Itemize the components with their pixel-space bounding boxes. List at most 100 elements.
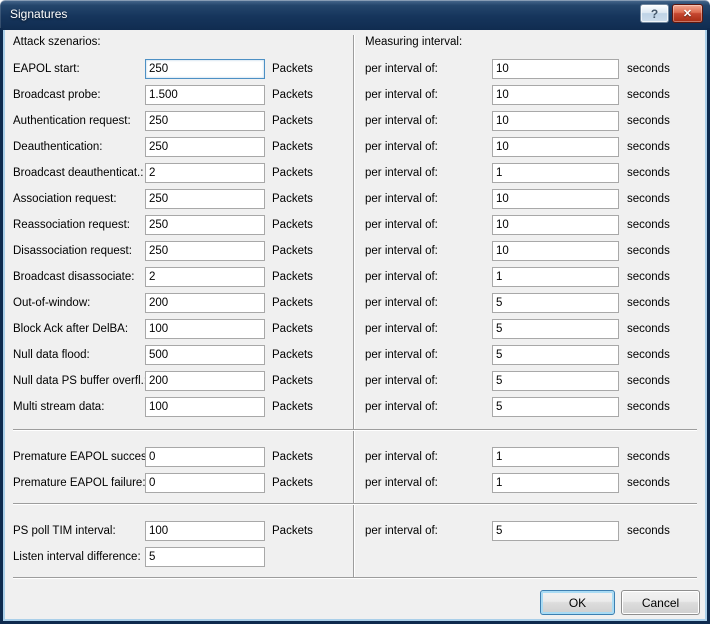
help-button[interactable]: ?	[640, 4, 669, 23]
titlebar[interactable]: Signatures ? ✕	[0, 0, 710, 30]
group-separator-2	[13, 503, 697, 505]
left-value-input[interactable]	[145, 111, 265, 131]
right-row-label: per interval of:	[365, 267, 438, 287]
left-unit-label: Packets	[272, 59, 313, 79]
signatures-dialog: Attack szenarios: Measuring interval: OK…	[0, 0, 710, 624]
right-value-input[interactable]	[492, 215, 619, 235]
dialog-body: Attack szenarios: Measuring interval: OK…	[0, 0, 710, 624]
right-unit-label: seconds	[627, 371, 670, 391]
group-separator-1	[13, 429, 697, 431]
left-unit-label: Packets	[272, 163, 313, 183]
right-value-input[interactable]	[492, 85, 619, 105]
left-value-input[interactable]	[145, 473, 265, 493]
left-row-label: Multi stream data:	[13, 397, 104, 417]
left-row-label: Listen interval difference:	[13, 547, 141, 567]
window-glass-right	[705, 30, 707, 621]
right-value-input[interactable]	[492, 241, 619, 261]
right-value-input[interactable]	[492, 189, 619, 209]
left-value-input[interactable]	[145, 85, 265, 105]
right-value-input[interactable]	[492, 473, 619, 493]
left-value-input[interactable]	[145, 521, 265, 541]
right-unit-label: seconds	[627, 345, 670, 365]
left-value-input[interactable]	[145, 319, 265, 339]
left-row-label: Broadcast deauthenticat.:	[13, 163, 143, 183]
left-unit-label: Packets	[272, 397, 313, 417]
right-value-input[interactable]	[492, 319, 619, 339]
right-value-input[interactable]	[492, 397, 619, 417]
left-value-input[interactable]	[145, 267, 265, 287]
right-unit-label: seconds	[627, 111, 670, 131]
left-row-label: Broadcast disassociate:	[13, 267, 134, 287]
left-value-input[interactable]	[145, 345, 265, 365]
right-unit-label: seconds	[627, 397, 670, 417]
close-button[interactable]: ✕	[672, 4, 703, 23]
right-value-input[interactable]	[492, 293, 619, 313]
left-value-input[interactable]	[145, 189, 265, 209]
right-value-input[interactable]	[492, 111, 619, 131]
left-row-label: Null data flood:	[13, 345, 90, 365]
right-row-label: per interval of:	[365, 137, 438, 157]
left-unit-label: Packets	[272, 371, 313, 391]
close-icon: ✕	[673, 5, 702, 23]
left-value-input[interactable]	[145, 547, 265, 567]
right-unit-label: seconds	[627, 447, 670, 467]
right-row-label: per interval of:	[365, 319, 438, 339]
right-row-label: per interval of:	[365, 59, 438, 79]
right-unit-label: seconds	[627, 59, 670, 79]
left-row-label: Authentication request:	[13, 111, 131, 131]
right-value-input[interactable]	[492, 521, 619, 541]
right-row-label: per interval of:	[365, 163, 438, 183]
window-glass-left	[3, 30, 5, 621]
left-value-input[interactable]	[145, 59, 265, 79]
left-unit-label: Packets	[272, 137, 313, 157]
right-row-label: per interval of:	[365, 371, 438, 391]
right-unit-label: seconds	[627, 189, 670, 209]
footer-separator	[13, 577, 697, 579]
right-value-input[interactable]	[492, 59, 619, 79]
window-glass-bottom	[3, 619, 707, 621]
left-value-input[interactable]	[145, 293, 265, 313]
right-row-label: per interval of:	[365, 241, 438, 261]
right-value-input[interactable]	[492, 267, 619, 287]
left-value-input[interactable]	[145, 371, 265, 391]
left-row-label: Deauthentication:	[13, 137, 103, 157]
left-unit-label: Packets	[272, 447, 313, 467]
help-icon: ?	[641, 5, 668, 23]
left-value-input[interactable]	[145, 447, 265, 467]
left-row-label: Disassociation request:	[13, 241, 132, 261]
left-unit-label: Packets	[272, 85, 313, 105]
left-unit-label: Packets	[272, 267, 313, 287]
left-row-label: PS poll TIM interval:	[13, 521, 116, 541]
left-value-input[interactable]	[145, 137, 265, 157]
left-value-input[interactable]	[145, 215, 265, 235]
attack-scenarios-header: Attack szenarios:	[13, 36, 101, 48]
left-value-input[interactable]	[145, 241, 265, 261]
left-row-label: Premature EAPOL success:	[13, 447, 156, 467]
right-row-label: per interval of:	[365, 111, 438, 131]
ok-button[interactable]: OK	[540, 590, 615, 615]
left-unit-label: Packets	[272, 241, 313, 261]
left-unit-label: Packets	[272, 189, 313, 209]
left-value-input[interactable]	[145, 163, 265, 183]
right-value-input[interactable]	[492, 163, 619, 183]
column-divider	[353, 35, 355, 577]
right-row-label: per interval of:	[365, 189, 438, 209]
right-value-input[interactable]	[492, 137, 619, 157]
cancel-button[interactable]: Cancel	[621, 590, 700, 615]
right-row-label: per interval of:	[365, 85, 438, 105]
right-unit-label: seconds	[627, 241, 670, 261]
left-unit-label: Packets	[272, 473, 313, 493]
right-value-input[interactable]	[492, 447, 619, 467]
left-unit-label: Packets	[272, 521, 313, 541]
right-unit-label: seconds	[627, 473, 670, 493]
right-value-input[interactable]	[492, 345, 619, 365]
left-row-label: EAPOL start:	[13, 59, 80, 79]
right-row-label: per interval of:	[365, 447, 438, 467]
left-row-label: Premature EAPOL failure:	[13, 473, 146, 493]
left-value-input[interactable]	[145, 397, 265, 417]
right-value-input[interactable]	[492, 371, 619, 391]
left-row-label: Association request:	[13, 189, 117, 209]
right-unit-label: seconds	[627, 85, 670, 105]
right-unit-label: seconds	[627, 521, 670, 541]
left-row-label: Broadcast probe:	[13, 85, 101, 105]
